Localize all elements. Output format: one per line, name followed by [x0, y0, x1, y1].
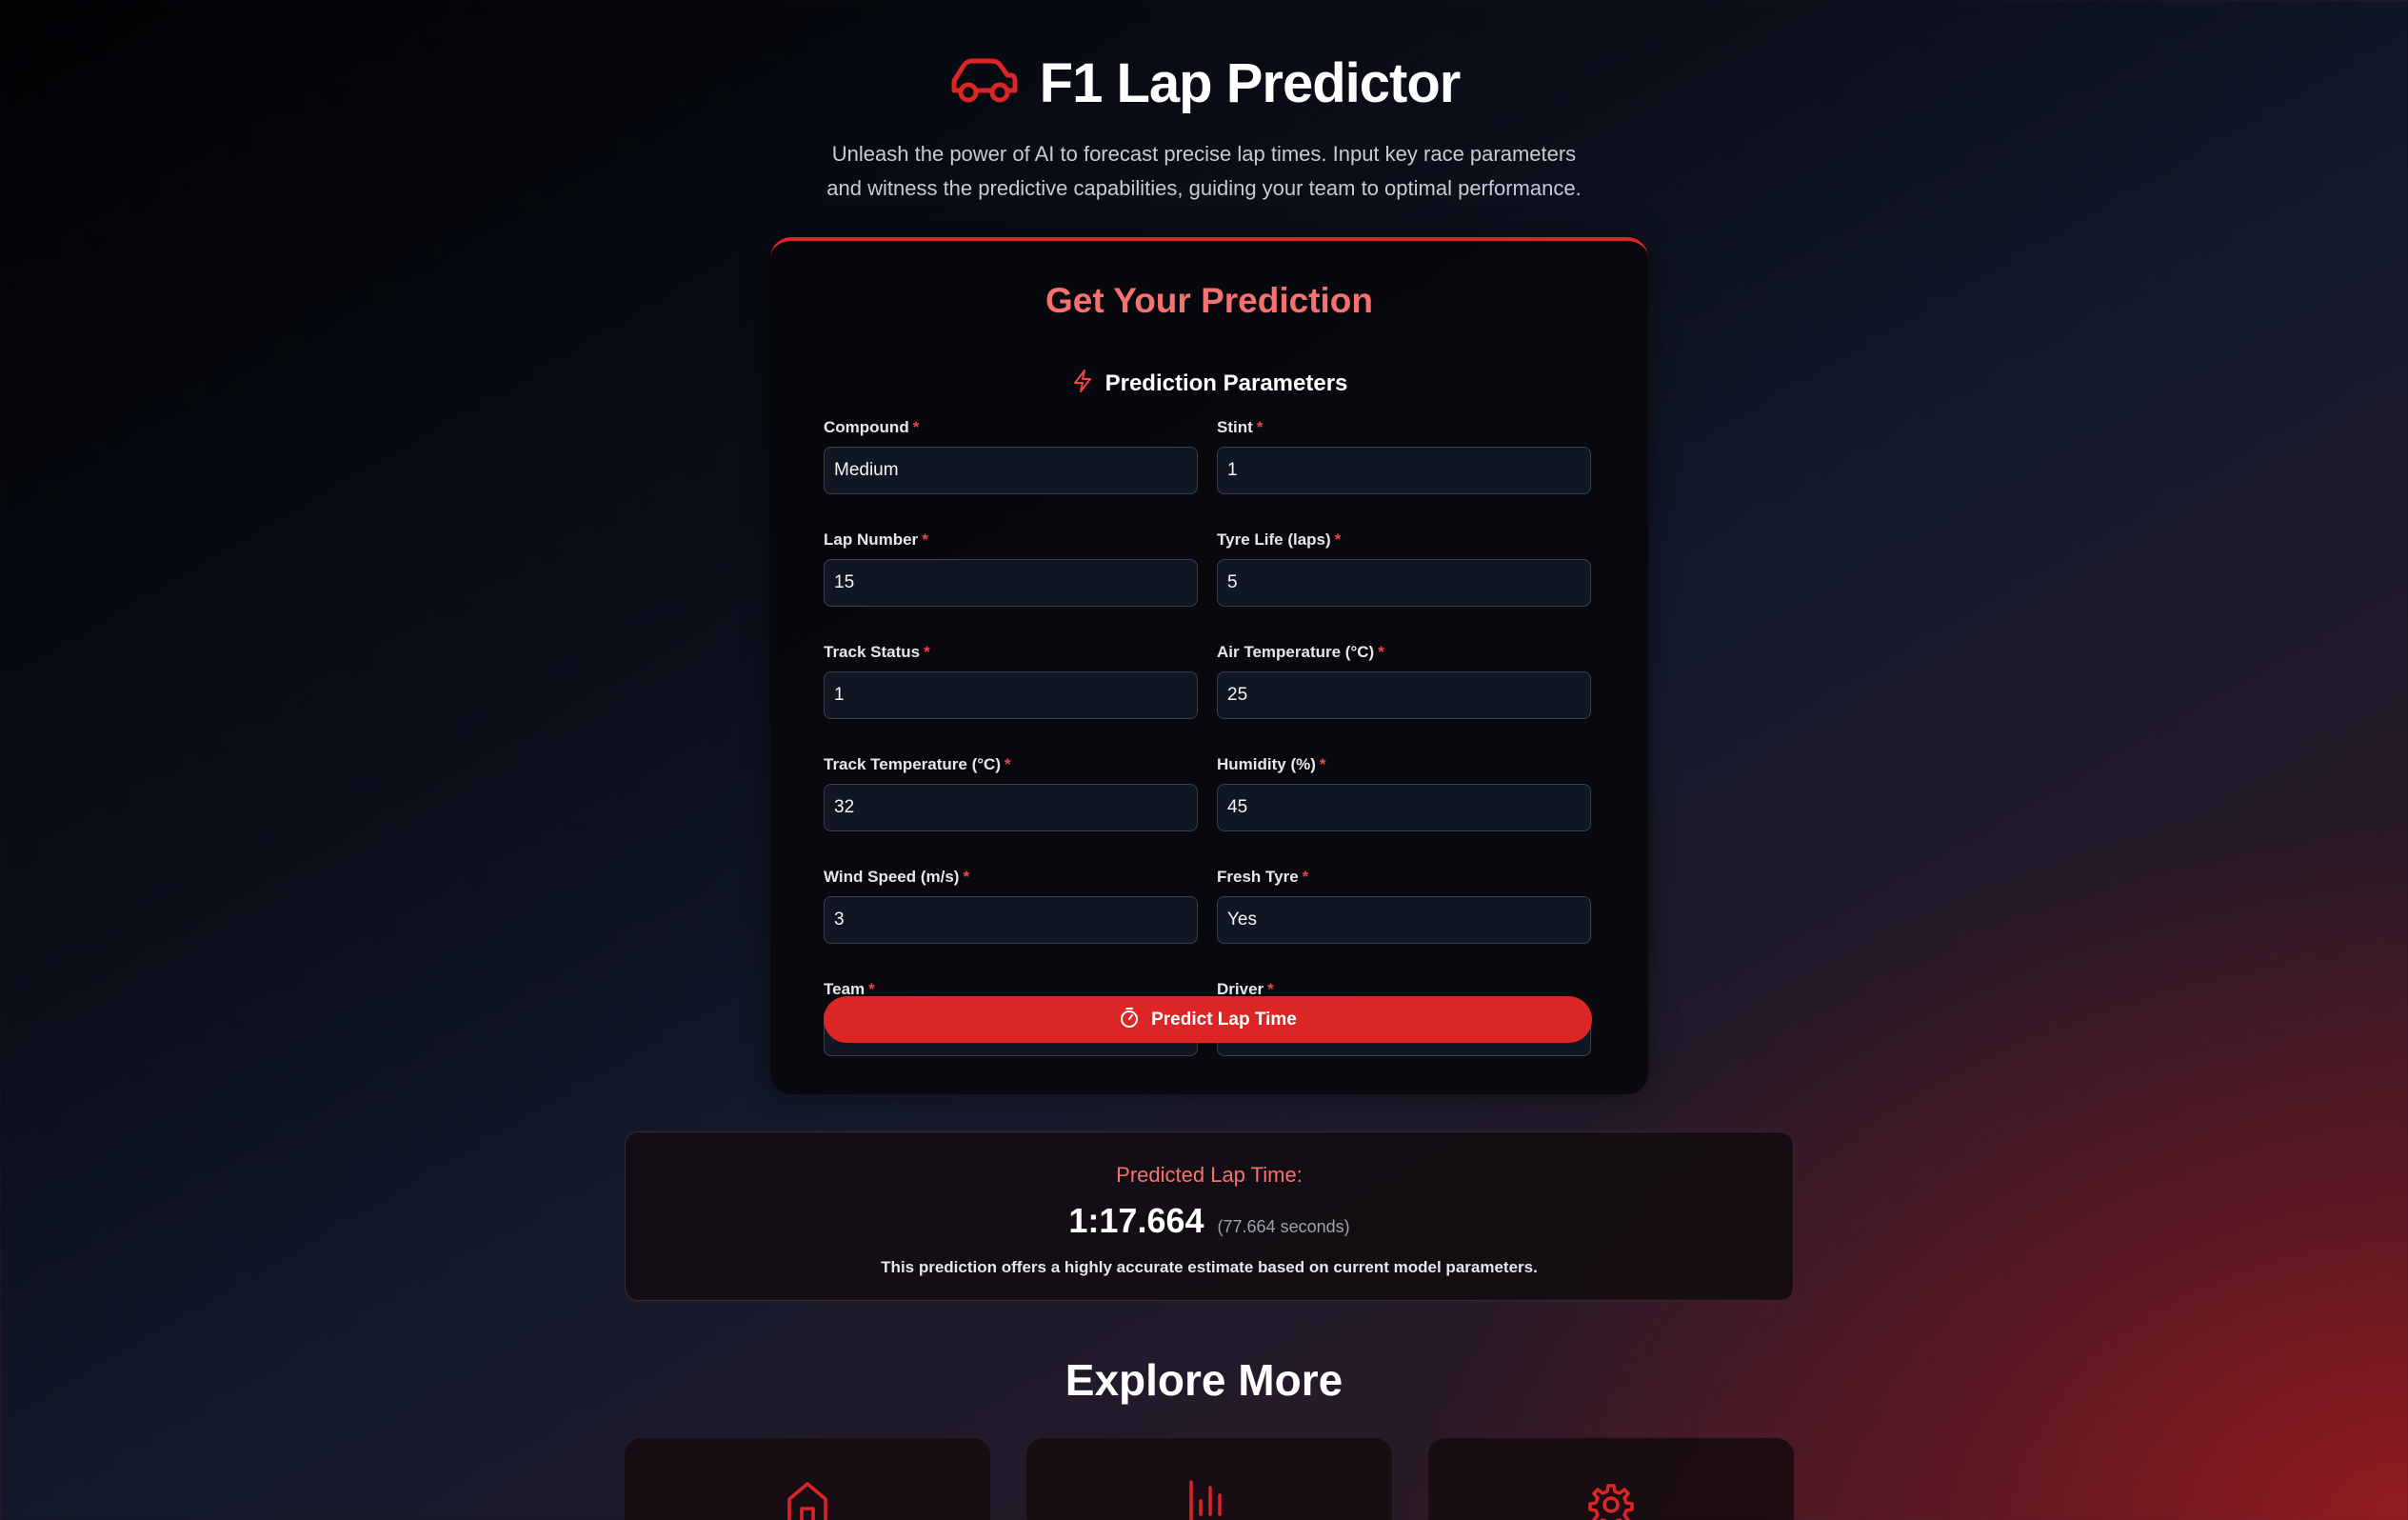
- home-icon: [784, 1478, 831, 1520]
- field-label: Wind Speed (m/s) *: [824, 868, 970, 886]
- field-lap-number: Lap Number *: [824, 530, 1198, 607]
- tyre-life-input[interactable]: [1217, 559, 1591, 607]
- result-note: This prediction offers a highly accurate…: [881, 1258, 1538, 1276]
- gear-icon: [1587, 1478, 1635, 1520]
- car-icon: [948, 52, 1019, 114]
- predict-button-label: Predict Lap Time: [1151, 1009, 1297, 1030]
- field-label: Humidity (%) *: [1217, 755, 1326, 773]
- field-label: Compound *: [824, 418, 920, 436]
- humidity-input[interactable]: [1217, 784, 1591, 831]
- result-label: Predicted Lap Time:: [1116, 1163, 1303, 1187]
- field-wind-speed: Wind Speed (m/s) *: [824, 868, 1198, 944]
- card-title: Get Your Prediction: [1045, 281, 1374, 320]
- field-label: Lap Number *: [824, 530, 928, 549]
- explore-tile-home[interactable]: [625, 1438, 990, 1520]
- bar-chart-icon: [1185, 1478, 1233, 1520]
- fresh-tyre-input[interactable]: [1217, 896, 1591, 944]
- header: F1 Lap Predictor Unleash the power of AI…: [0, 50, 2408, 206]
- field-label: Stint *: [1217, 418, 1264, 436]
- predicted-seconds: (77.664 seconds): [1217, 1217, 1350, 1236]
- lap-number-input[interactable]: [824, 559, 1198, 607]
- title-row: F1 Lap Predictor: [0, 50, 2408, 116]
- field-label: Fresh Tyre *: [1217, 868, 1309, 886]
- explore-tile-settings[interactable]: [1428, 1438, 1794, 1520]
- section-title: Prediction Parameters: [1104, 370, 1348, 396]
- field-air-temperature: Air Temperature (°C) *: [1217, 643, 1591, 719]
- parameters-grid: Compound* Stint* Lap Number* Tyre Life (…: [824, 418, 1592, 1056]
- field-track-temperature: Track Temperature (°C) *: [824, 755, 1198, 831]
- air-temperature-input[interactable]: [1217, 671, 1591, 719]
- wind-speed-input[interactable]: [824, 896, 1198, 944]
- field-label: Tyre Life (laps) *: [1217, 530, 1342, 549]
- field-track-status: Track Status *: [824, 643, 1198, 719]
- field-label: Track Temperature (°C) *: [824, 755, 1011, 773]
- field-label: Air Temperature (°C) *: [1217, 643, 1384, 661]
- track-status-input[interactable]: [824, 671, 1198, 719]
- stint-input[interactable]: [1217, 447, 1591, 494]
- track-temperature-input[interactable]: [824, 784, 1198, 831]
- prediction-result: Predicted Lap Time: 1:17.664 (77.664 sec…: [625, 1131, 1794, 1301]
- field-tyre-life: Tyre Life (laps) *: [1217, 530, 1591, 607]
- stopwatch-icon: [1119, 1006, 1140, 1034]
- app-subtitle: Unleash the power of AI to forecast prec…: [826, 142, 1582, 200]
- predict-lap-time-button[interactable]: Predict Lap Time: [824, 996, 1592, 1043]
- explore-tile-stats[interactable]: [1026, 1438, 1392, 1520]
- field-label: Track Status *: [824, 643, 930, 661]
- explore-title: Explore More: [1065, 1355, 1343, 1405]
- field-humidity: Humidity (%) *: [1217, 755, 1591, 831]
- section-heading: Prediction Parameters: [770, 369, 1648, 398]
- field-fresh-tyre: Fresh Tyre *: [1217, 868, 1591, 944]
- prediction-card: Get Your Prediction Prediction Parameter…: [770, 237, 1648, 1094]
- compound-input[interactable]: [824, 447, 1198, 494]
- field-stint: Stint *: [1217, 418, 1591, 494]
- result-value-row: 1:17.664 (77.664 seconds): [626, 1201, 1793, 1241]
- lightning-icon: [1071, 369, 1094, 398]
- app-title: F1 Lap Predictor: [1039, 51, 1462, 114]
- field-compound: Compound *: [824, 418, 1198, 494]
- predicted-lap-time: 1:17.664: [1068, 1201, 1204, 1240]
